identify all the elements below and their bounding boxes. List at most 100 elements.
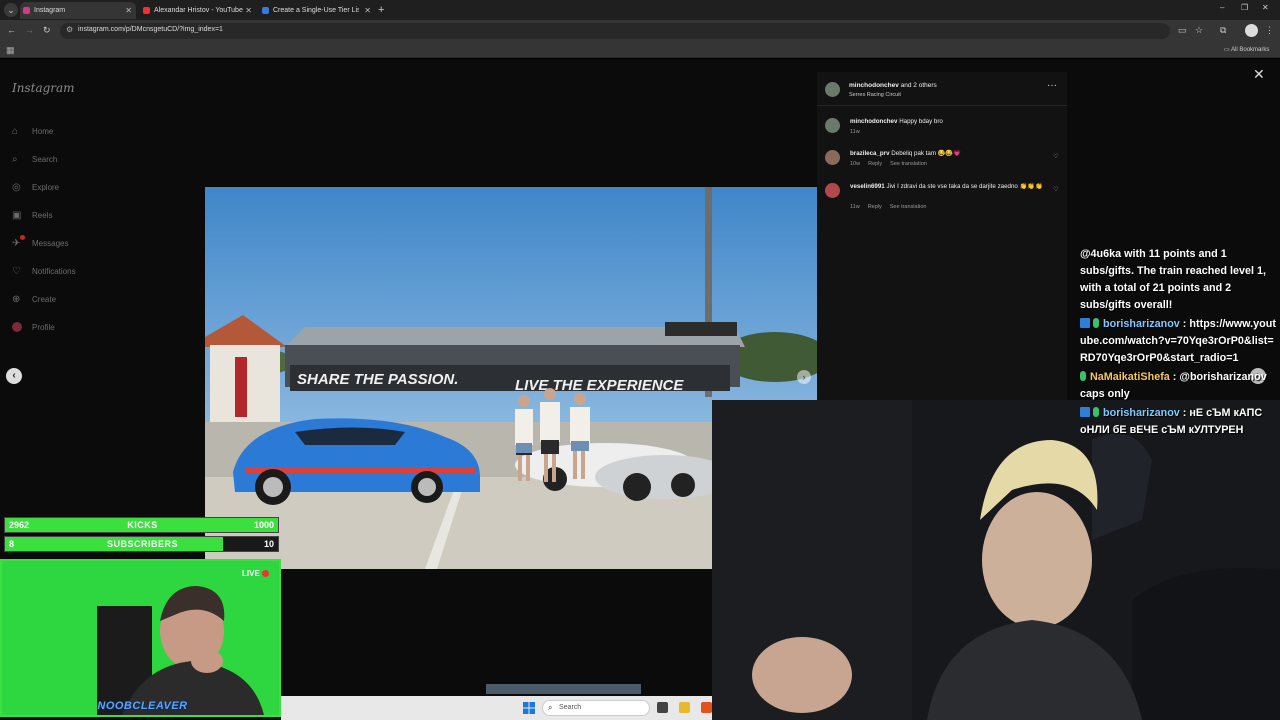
guest-webcam: LIVE NOOBCLEAVER — [0, 559, 281, 717]
taskbar-search[interactable]: ⌕ Search — [542, 700, 650, 716]
folder-icon: ▭ — [1224, 47, 1232, 53]
post-author-username[interactable]: minchodonchev — [849, 82, 899, 89]
nav-create[interactable]: ⊕ Create — [12, 285, 76, 313]
author-avatar[interactable] — [825, 82, 840, 97]
windows-start-icon[interactable] — [523, 702, 535, 714]
see-translation-link[interactable]: See translation — [890, 161, 927, 167]
post-author[interactable]: minchodonchev and 2 others — [849, 82, 937, 89]
cast-icon[interactable]: ▭ — [1178, 25, 1187, 36]
nav-reels[interactable]: ▣ Reels — [12, 201, 76, 229]
maximize-button[interactable]: ❐ — [1241, 3, 1248, 12]
youtube-favicon-icon — [143, 7, 150, 14]
tab-search-button[interactable]: ⌄ — [4, 3, 18, 17]
address-bar[interactable]: ⚙ instagram.com/p/DMcnsgetuCD/?img_index… — [60, 23, 1170, 39]
comment-username[interactable]: minchodonchev — [850, 118, 897, 125]
comment-username[interactable]: veselin6991 — [850, 183, 885, 190]
sub-badge-icon — [1093, 318, 1099, 328]
tab-youtube[interactable]: Alexandar Hristov - YouTube ✕ — [140, 2, 256, 19]
post-collaborators[interactable]: and 2 others — [901, 82, 937, 89]
post-location[interactable]: Serres Racing Circuit — [849, 92, 901, 98]
sub-badge-icon — [1080, 371, 1086, 381]
tab-title: Alexandar Hristov - YouTube — [154, 7, 243, 14]
taskbar-preview-strip — [486, 684, 641, 694]
tab-tierlist[interactable]: Create a Single-Use Tier List (P… ✕ — [259, 2, 375, 19]
nav-search[interactable]: ⌕ Search — [12, 145, 76, 173]
comment-text: Jivi I zdravi da ste vse taka da se darj… — [886, 183, 1043, 190]
bookmark-star-icon[interactable]: ☆ — [1195, 25, 1203, 36]
commenter-avatar[interactable] — [825, 150, 840, 165]
comment-time: 11w — [850, 129, 860, 135]
chat-message: borisharizanov : нЕ сЪМ кАПС оНЛИ бЕ вЕЧ… — [1080, 407, 1263, 436]
kicks-goal-bar: 2962 KICKS 1000 — [4, 517, 279, 533]
comment-time: 11w — [850, 204, 860, 210]
back-icon[interactable]: ← — [7, 25, 16, 35]
address-url[interactable]: instagram.com/p/DMcnsgetuCD/?img_index=1 — [78, 26, 223, 33]
screen: ⌄ Instagram ✕ Alexandar Hristov - YouTub… — [0, 0, 1280, 720]
moderator-badge-icon — [1080, 318, 1090, 328]
nav-messages[interactable]: ✈ Messages — [12, 229, 76, 257]
all-bookmarks-button[interactable]: ▭ All Bookmarks — [1224, 46, 1269, 53]
comment: brazileca_prv Debeliq pak tam 😂😂💗 10w Rep… — [825, 150, 1061, 172]
post-header: minchodonchev and 2 others Serres Racing… — [817, 72, 1067, 106]
commenter-avatar[interactable] — [825, 118, 840, 133]
nav-profile[interactable]: Profile — [12, 313, 76, 341]
comment-meta: 11w — [850, 129, 868, 135]
sub-badge-icon — [1093, 407, 1099, 417]
apps-grid-icon[interactable]: ▦ — [6, 45, 15, 56]
forward-icon[interactable]: → — [25, 25, 34, 35]
reply-link[interactable]: Reply — [868, 204, 882, 210]
comment: veselin6991 Jivi I zdravi da ste vse tak… — [825, 183, 1061, 213]
site-info-icon[interactable]: ⚙ — [66, 25, 73, 34]
close-window-button[interactable]: ✕ — [1262, 3, 1269, 12]
heart-icon: ♡ — [12, 265, 21, 277]
more-options-icon[interactable]: ··· — [1047, 80, 1057, 91]
tab-close-icon[interactable]: ✕ — [125, 2, 132, 19]
like-heart-icon[interactable]: ♡ — [1053, 186, 1058, 193]
commenter-avatar[interactable] — [825, 183, 840, 198]
instagram-logo[interactable]: Instagram — [12, 81, 75, 95]
tab-close-icon[interactable]: ✕ — [245, 2, 252, 19]
profile-avatar[interactable] — [1245, 24, 1258, 37]
chat-message: NaMaikatiShefa : @borisharizanov caps on… — [1080, 371, 1267, 400]
reply-link[interactable]: Reply — [868, 161, 882, 167]
see-translation-link[interactable]: See translation — [890, 204, 927, 210]
banner-text-right: LIVE THE EXPERIENCE — [515, 377, 684, 394]
comment-time: 10w — [850, 161, 861, 167]
guest-video-frame — [2, 561, 279, 715]
nav-explore[interactable]: ◎ Explore — [12, 173, 76, 201]
live-indicator: LIVE — [242, 569, 269, 578]
nav-notifications[interactable]: ♡ Notifications — [12, 257, 76, 285]
photo-next-button[interactable]: › — [797, 370, 811, 384]
brave-browser-icon[interactable] — [701, 702, 712, 713]
reload-icon[interactable]: ↻ — [43, 25, 51, 36]
nav-home[interactable]: ⌂ Home — [12, 117, 76, 145]
instagram-sidebar: ⌂ Home ⌕ Search ◎ Explore ▣ Reels ✈ Messages … — [12, 117, 76, 341]
streamer-video-frame — [712, 400, 1280, 720]
comment-text: Happy bday bro — [899, 118, 943, 125]
comment-body: brazileca_prv Debeliq pak tam 😂😂💗 — [850, 150, 1045, 158]
comment-text: Debeliq pak tam 😂😂💗 — [891, 150, 961, 157]
tab-title: Create a Single-Use Tier List (P… — [273, 7, 359, 14]
comment-username[interactable]: brazileca_prv — [850, 150, 890, 157]
tierlist-favicon-icon — [262, 7, 269, 14]
chat-username: borisharizanov — [1103, 407, 1180, 419]
new-tab-button[interactable]: + — [378, 2, 384, 18]
subscribers-goal-bar: 8 SUBSCRIBERS 10 — [4, 536, 279, 552]
extensions-icon[interactable]: ⧉ — [1220, 25, 1226, 36]
minimize-button[interactable]: – — [1220, 3, 1224, 12]
chat-username: borisharizanov — [1103, 318, 1180, 330]
browser-toolbar: ← → ↻ ⚙ instagram.com/p/DMcnsgetuCD/?img… — [0, 20, 1280, 42]
streamer-name: NOOBCLEAVER — [97, 700, 188, 712]
like-heart-icon[interactable]: ♡ — [1053, 153, 1058, 160]
close-icon[interactable]: ✕ — [1253, 66, 1265, 83]
comment-meta: 10w Reply See translation — [850, 161, 935, 167]
goal-max: 10 — [263, 539, 274, 549]
tab-instagram[interactable]: Instagram ✕ — [20, 2, 136, 19]
tab-close-icon[interactable]: ✕ — [364, 2, 371, 19]
windows-taskbar: ⌕ Search — [281, 684, 712, 720]
file-explorer-icon[interactable] — [679, 702, 690, 713]
chat-message: @4u6ka with 11 points and 1 subs/gifts. … — [1080, 248, 1267, 311]
menu-icon[interactable]: ⋮ — [1265, 25, 1274, 36]
previous-post-button[interactable]: ‹ — [6, 368, 22, 384]
task-view-icon[interactable] — [657, 702, 668, 713]
